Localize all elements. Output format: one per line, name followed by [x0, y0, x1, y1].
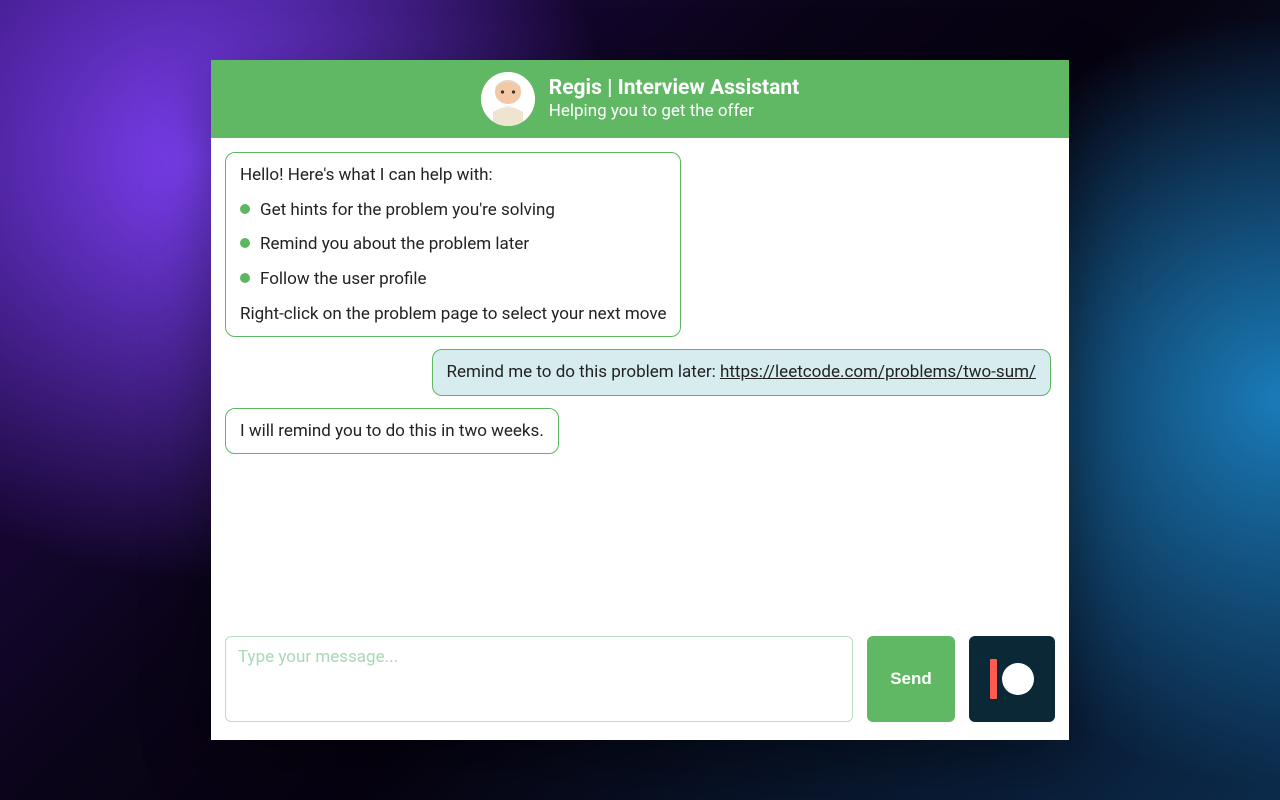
chat-header: Regis | Interview Assistant Helping you …	[211, 60, 1069, 138]
message-input[interactable]	[225, 636, 853, 722]
list-item: Follow the user profile	[240, 267, 666, 292]
bullet-icon	[240, 238, 250, 248]
bot-message: Hello! Here's what I can help with: Get …	[225, 152, 681, 337]
list-item-text: Follow the user profile	[260, 267, 427, 292]
send-button[interactable]: Send	[867, 636, 955, 722]
patreon-circle-icon	[1002, 663, 1034, 695]
patreon-button[interactable]	[969, 636, 1055, 722]
background: Regis | Interview Assistant Helping you …	[0, 0, 1280, 800]
composer: Send	[211, 636, 1069, 740]
messages-scroll-area[interactable]: Hello! Here's what I can help with: Get …	[211, 138, 1069, 636]
bot-message-outro: Right-click on the problem page to selec…	[240, 302, 666, 327]
patreon-bar-icon	[990, 659, 997, 699]
bot-capabilities-list: Get hints for the problem you're solving…	[240, 198, 666, 292]
list-item-text: Get hints for the problem you're solving	[260, 198, 555, 223]
list-item-text: Remind you about the problem later	[260, 232, 529, 257]
bullet-icon	[240, 273, 250, 283]
problem-link[interactable]: https://leetcode.com/problems/two-sum/	[720, 362, 1036, 382]
list-item: Remind you about the problem later	[240, 232, 666, 257]
assistant-avatar	[481, 72, 535, 126]
header-title: Regis | Interview Assistant	[549, 76, 800, 101]
bot-message: I will remind you to do this in two week…	[225, 408, 559, 455]
bot-message-intro: Hello! Here's what I can help with:	[240, 163, 666, 188]
bullet-icon	[240, 204, 250, 214]
list-item: Get hints for the problem you're solving	[240, 198, 666, 223]
wise-man-avatar-icon	[481, 72, 535, 126]
user-message: Remind me to do this problem later: http…	[432, 349, 1051, 396]
chat-app-window: Regis | Interview Assistant Helping you …	[211, 60, 1069, 740]
header-subtitle: Helping you to get the offer	[549, 101, 800, 121]
user-message-text: Remind me to do this problem later:	[447, 362, 720, 382]
header-titles: Regis | Interview Assistant Helping you …	[549, 76, 800, 122]
bot-message-text: I will remind you to do this in two week…	[240, 421, 544, 441]
